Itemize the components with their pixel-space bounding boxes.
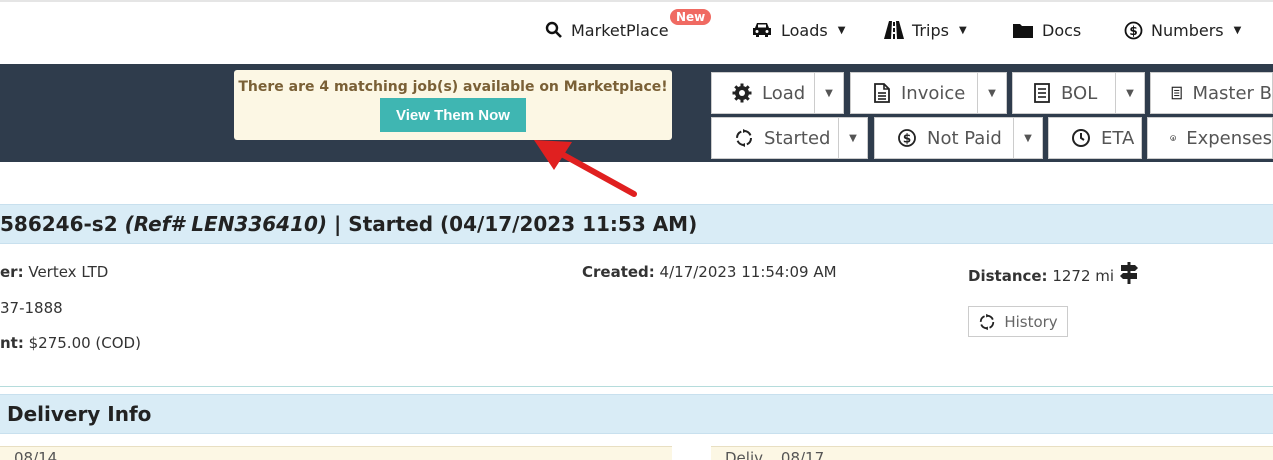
chevron-down-icon: ▼ — [1233, 24, 1242, 36]
payment-value: $275.00 (COD) — [23, 334, 141, 352]
status-dropdown-toggle[interactable]: ▼ — [838, 117, 868, 159]
circle-arrows-icon — [736, 129, 752, 147]
dollar-circle-icon: $ — [1124, 21, 1143, 39]
nav-trips-label: Trips — [912, 20, 949, 40]
payment-dropdown-toggle[interactable]: ▼ — [1013, 117, 1043, 159]
dollar-circle-icon: $ — [1170, 135, 1176, 141]
svg-text:$: $ — [1172, 136, 1175, 140]
load-button[interactable]: Load — [711, 72, 815, 114]
invoice-button-label: Invoice — [901, 82, 966, 104]
payment-not-paid-label: Not Paid — [927, 127, 1002, 149]
nav-loads-label: Loads — [781, 20, 828, 40]
load-status-heading: | Started (04/17/2023 11:53 AM) — [327, 212, 698, 236]
road-icon — [884, 21, 904, 39]
load-title-bar: 586246-s2 (Ref# LEN336410) | Started (04… — [0, 204, 1273, 244]
created-value: 4/17/2023 11:54:09 AM — [654, 263, 837, 281]
history-button[interactable]: History — [968, 306, 1068, 337]
search-icon — [545, 21, 562, 38]
nav-trips[interactable]: Trips ▼ — [884, 20, 967, 40]
payment-label: nt: — [0, 334, 24, 352]
caret-down-icon: ▼ — [849, 132, 857, 144]
chevron-down-icon: ▼ — [958, 24, 967, 36]
master-bol-button[interactable]: Master B — [1150, 72, 1273, 114]
section-divider — [0, 386, 1273, 387]
load-button-label: Load — [762, 82, 806, 104]
eta-button[interactable]: ETA — [1048, 117, 1142, 159]
svg-text:$: $ — [1129, 24, 1137, 38]
marketplace-alert: There are 4 matching job(s) available on… — [234, 70, 672, 140]
expenses-button-label: Expenses — [1186, 127, 1272, 149]
distance-value: 1272 mi — [1047, 267, 1115, 285]
delivery-info-title: Delivery Info — [0, 402, 152, 426]
dollar-circle-icon: $ — [898, 129, 916, 147]
new-badge: New — [670, 9, 712, 25]
pickup-date-fragment: 08/14 — [14, 449, 58, 460]
car-icon — [753, 23, 771, 37]
created-line: Created: 4/17/2023 11:54:09 AM — [582, 263, 837, 281]
customer-value: Vertex LTD — [23, 263, 109, 281]
caret-down-icon: ▼ — [1126, 87, 1134, 99]
caret-down-icon: ▼ — [1024, 132, 1032, 144]
created-label: Created: — [582, 263, 655, 281]
history-button-label: History — [1004, 312, 1058, 331]
caret-down-icon: ▼ — [988, 87, 996, 99]
status-started-label: Started — [764, 127, 831, 149]
bol-button[interactable]: BOL — [1012, 72, 1116, 114]
nav-marketplace[interactable]: MarketPlace — [545, 20, 669, 40]
document-icon — [874, 83, 890, 103]
nav-docs-label: Docs — [1042, 20, 1082, 40]
signpost-icon[interactable] — [1119, 262, 1139, 284]
caret-down-icon: ▼ — [825, 87, 833, 99]
master-bol-button-label: Master B — [1192, 82, 1272, 104]
nav-docs[interactable]: Docs — [1012, 20, 1081, 40]
svg-text:$: $ — [903, 132, 911, 146]
folder-icon — [1013, 24, 1033, 38]
distance-label: Distance: — [968, 267, 1048, 285]
nav-numbers[interactable]: $ Numbers ▼ — [1124, 20, 1241, 40]
load-id: 586246-s2 — [0, 212, 125, 236]
expenses-button[interactable]: $ Expenses — [1147, 117, 1273, 159]
list-document-icon — [1171, 86, 1182, 100]
load-reference: (Ref# LEN336410) — [124, 212, 328, 236]
bol-button-label: BOL — [1061, 82, 1098, 104]
view-them-now-button[interactable]: View Them Now — [380, 98, 526, 132]
nav-loads[interactable]: Loads ▼ — [751, 20, 845, 40]
customer-label: er: — [0, 263, 24, 281]
phone-value: 37-1888 — [0, 299, 63, 317]
nav-marketplace-label: MarketPlace — [571, 20, 669, 40]
delivery-info-header: Delivery Info — [0, 394, 1273, 434]
circle-arrows-icon — [980, 313, 995, 330]
invoice-dropdown-toggle[interactable]: ▼ — [977, 72, 1007, 114]
pickup-panel: 08/14 — [0, 446, 672, 460]
marketplace-alert-text: There are 4 matching job(s) available on… — [238, 79, 668, 95]
customer-line: er: Vertex LTD — [0, 263, 108, 281]
load-dropdown-toggle[interactable]: ▼ — [814, 72, 844, 114]
status-started-button[interactable]: Started — [711, 117, 839, 159]
payment-line: nt: $275.00 (COD) — [0, 334, 141, 352]
eta-button-label: ETA — [1101, 127, 1135, 149]
payment-not-paid-button[interactable]: $ Not Paid — [874, 117, 1014, 159]
bol-dropdown-toggle[interactable]: ▼ — [1115, 72, 1145, 114]
clock-icon — [1072, 129, 1090, 147]
nav-numbers-label: Numbers — [1151, 20, 1224, 40]
delivery-date-fragment: Deliv... 08/17 — [725, 449, 825, 460]
delivery-panel: Deliv... 08/17 — [711, 446, 1273, 460]
gear-icon — [732, 83, 752, 103]
top-navbar: MarketPlace New Loads ▼ Trips ▼ Docs $ N… — [0, 0, 1273, 64]
chevron-down-icon: ▼ — [837, 24, 846, 36]
distance-line: Distance: 1272 mi — [968, 267, 1114, 285]
annotation-arrow-icon — [534, 140, 637, 197]
list-document-icon — [1034, 83, 1050, 103]
invoice-button[interactable]: Invoice — [850, 72, 978, 114]
